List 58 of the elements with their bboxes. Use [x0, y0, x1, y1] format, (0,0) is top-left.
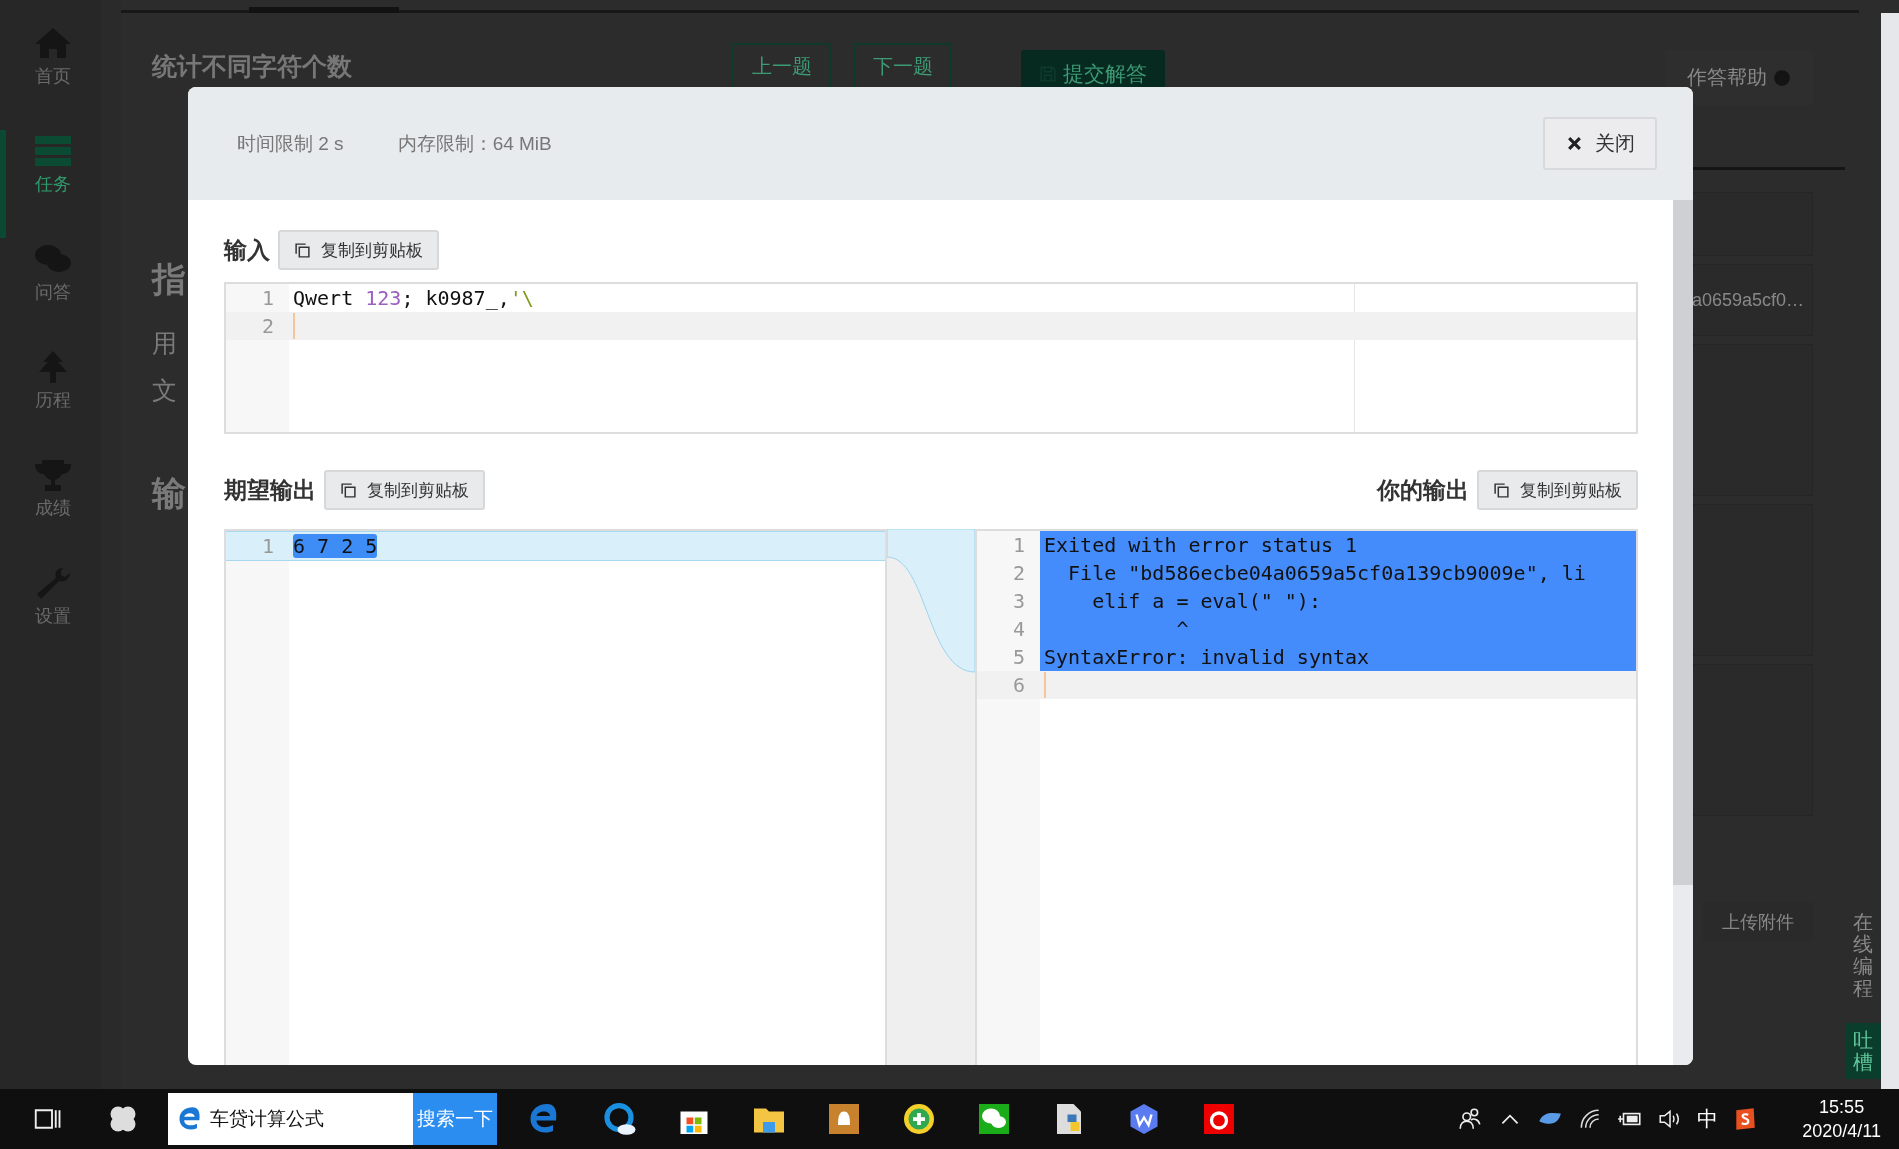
- code-line: File "bd586ecbe04a0659a5cf0a139cb9009e", li: [1067, 560, 1587, 587]
- copy-icon: [340, 481, 357, 499]
- cloud-browser-icon[interactable]: [601, 1101, 637, 1137]
- section-label: 你的输出: [1377, 475, 1469, 505]
- copy-button[interactable]: 复制到剪贴板: [278, 230, 439, 270]
- section-label: 输入: [224, 235, 270, 265]
- submission-id: a0659a5cf0…: [1691, 289, 1804, 311]
- clock-date: 2020/4/11: [1802, 1120, 1881, 1143]
- close-button[interactable]: 关闭: [1543, 117, 1657, 170]
- input-editor[interactable]: 1 Qwert 123; k0987_,'\ 2: [224, 282, 1638, 434]
- code-line: Qwert 123; k0987_,'\: [292, 285, 534, 312]
- search-button[interactable]: 搜索一下: [413, 1093, 497, 1145]
- code-line: ^: [1175, 616, 1190, 643]
- feedback-button[interactable]: 吐槽: [1845, 1023, 1881, 1079]
- line-number: 2: [260, 314, 275, 338]
- search-field[interactable]: 车贷计算公式: [168, 1093, 413, 1145]
- bell-app-icon[interactable]: [826, 1101, 862, 1137]
- scrollbar-thumb[interactable]: [1673, 200, 1693, 885]
- close-icon: [1565, 135, 1583, 152]
- line-number: 5: [977, 643, 1040, 671]
- list-icon: [33, 134, 74, 168]
- chat-bubbles-icon[interactable]: [976, 1101, 1012, 1137]
- line-number: 1: [260, 534, 275, 558]
- problem-text: 输: [152, 473, 186, 514]
- input-method-indicator[interactable]: 中: [1697, 1105, 1719, 1133]
- clock[interactable]: 15:55 2020/4/11: [1802, 1094, 1881, 1144]
- sidebar-item[interactable]: 成绩: [0, 454, 101, 562]
- code-line: Exited with error status 1: [1043, 532, 1359, 559]
- line-number: 4: [977, 615, 1040, 643]
- copy-button[interactable]: 复制到剪贴板: [1477, 470, 1638, 510]
- actual-output-editor[interactable]: 1 Exited with error status 1 2 File "bd586ecbe04a0659a5cf0a139cb9009e", li 3 elif a = eval(" "): 4 ^ 5 SyntaxError: invalid syntax 6: [975, 529, 1638, 1065]
- limit-text: 内存限制：64 MiB: [397, 131, 552, 156]
- sidebar-item[interactable]: 首页: [0, 22, 101, 130]
- code-line: elif a = eval(" "):: [1091, 588, 1322, 615]
- problem-title: 统计不同字符个数: [152, 50, 353, 82]
- copy-icon: [294, 241, 311, 259]
- pinwheel-icon[interactable]: [108, 1104, 138, 1134]
- sidebar-item[interactable]: 历程: [0, 346, 101, 454]
- line-number: 3: [977, 587, 1040, 615]
- sidebar-item[interactable]: 问答: [0, 238, 101, 346]
- problem-text: 指: [152, 259, 186, 300]
- clock-time: 15:55: [1819, 1095, 1865, 1119]
- problem-text: 用: [152, 328, 177, 359]
- problem-text: 文: [152, 375, 177, 406]
- section-label: 期望输出: [224, 475, 316, 505]
- code-line: SyntaxError: invalid syntax: [1043, 644, 1371, 671]
- copy-button[interactable]: 复制到剪贴板: [324, 470, 485, 510]
- sidebar-item[interactable]: 设置: [0, 562, 101, 670]
- copy-icon: [1493, 481, 1510, 499]
- limit-text: 时间限制 2 s: [237, 131, 344, 156]
- line-number: 2: [977, 559, 1040, 587]
- line-number: 6: [1011, 673, 1026, 697]
- line-number: 1: [977, 531, 1040, 559]
- expected-output-editor[interactable]: 1 6 7 2 5: [224, 529, 887, 1065]
- plus-circle-icon[interactable]: [901, 1101, 937, 1137]
- scrollbar-track[interactable]: [1881, 13, 1899, 1089]
- online-coding-tab[interactable]: 在线编程: [1853, 911, 1873, 999]
- line-number: 1: [260, 286, 275, 310]
